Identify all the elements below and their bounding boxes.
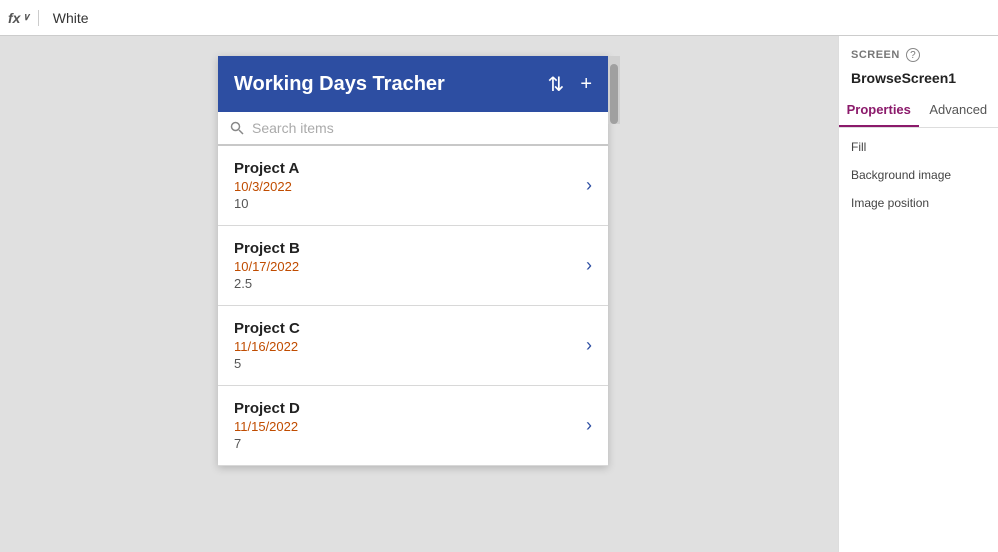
item-name: Project C [234,320,300,337]
panel-properties: Fill Background image Image position [839,128,998,222]
list-item[interactable]: Project B 10/17/2022 2.5 › [218,226,608,306]
app-header-icons: ⇅ + [548,72,592,97]
main-area: Working Days Tracher ⇅ + Search items [0,36,998,552]
chevron-right-icon: › [586,255,592,276]
prop-background-image-label: Background image [851,168,986,182]
right-panel: SCREEN ? BrowseScreen1 Properties Advanc… [838,36,998,552]
item-count: 7 [234,436,300,451]
panel-header: SCREEN ? [839,36,998,68]
formula-fx-button[interactable]: fx ∨ [8,10,39,26]
fx-label: fx [8,10,20,26]
prop-fill: Fill [851,140,986,154]
chevron-right-icon: › [586,335,592,356]
chevron-right-icon: › [586,175,592,196]
prop-background-image: Background image [851,168,986,182]
search-placeholder: Search items [252,120,334,136]
item-date: 11/15/2022 [234,419,300,434]
tab-advanced[interactable]: Advanced [919,94,998,127]
search-bar[interactable]: Search items [218,112,608,146]
add-icon[interactable]: + [580,73,592,96]
formula-value[interactable]: White [45,10,89,26]
list-item-content: Project C 11/16/2022 5 [234,320,300,371]
help-icon[interactable]: ? [906,48,920,62]
canvas-area: Working Days Tracher ⇅ + Search items [0,36,838,552]
panel-tabs: Properties Advanced [839,94,998,128]
item-name: Project A [234,160,299,177]
canvas-scrollbar[interactable] [608,56,620,124]
list-item[interactable]: Project D 11/15/2022 7 › [218,386,608,466]
prop-fill-label: Fill [851,140,986,154]
list-item-content: Project B 10/17/2022 2.5 [234,240,300,291]
item-count: 2.5 [234,276,300,291]
item-count: 10 [234,196,299,211]
list-item-content: Project A 10/3/2022 10 [234,160,299,211]
list-item-content: Project D 11/15/2022 7 [234,400,300,451]
item-date: 10/17/2022 [234,259,300,274]
app-header: Working Days Tracher ⇅ + [218,56,608,112]
item-date: 11/16/2022 [234,339,300,354]
formula-bar: fx ∨ White [0,0,998,36]
fx-chevron-icon: ∨ [22,12,29,23]
screen-label: SCREEN [851,49,900,61]
item-name: Project D [234,400,300,417]
sort-icon[interactable]: ⇅ [548,72,565,97]
tab-properties[interactable]: Properties [839,94,919,127]
list-item[interactable]: Project C 11/16/2022 5 › [218,306,608,386]
list-container: Project A 10/3/2022 10 › Project B 10/17… [218,146,608,466]
screen-name: BrowseScreen1 [839,68,998,94]
item-date: 10/3/2022 [234,179,299,194]
prop-image-position-label: Image position [851,196,986,210]
chevron-right-icon: › [586,415,592,436]
item-name: Project B [234,240,300,257]
prop-image-position: Image position [851,196,986,210]
app-title: Working Days Tracher [234,73,445,96]
item-count: 5 [234,356,300,371]
app-preview: Working Days Tracher ⇅ + Search items [218,56,608,466]
scrollbar-thumb[interactable] [610,64,618,124]
list-item[interactable]: Project A 10/3/2022 10 › [218,146,608,226]
search-icon [230,120,244,136]
